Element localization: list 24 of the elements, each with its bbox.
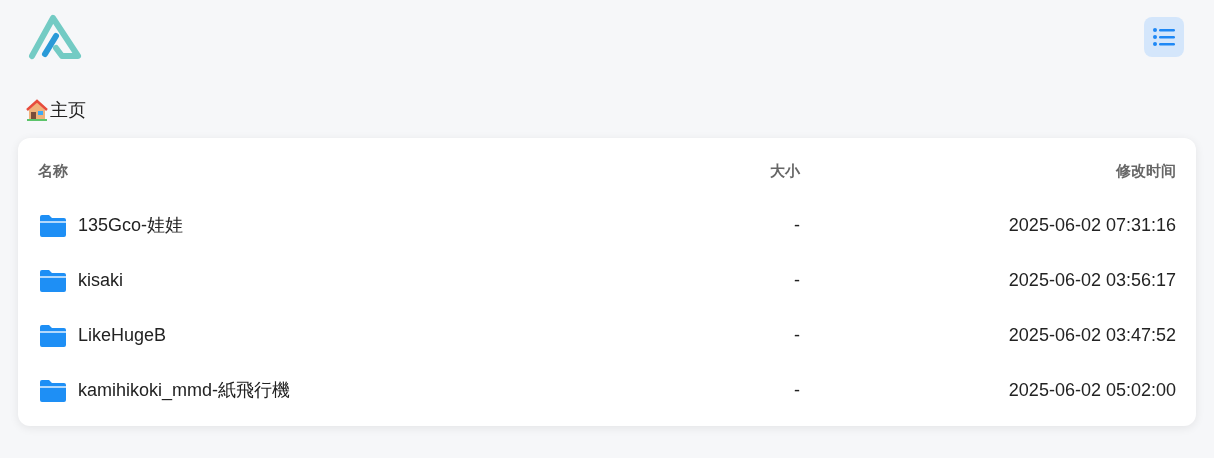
column-header[interactable]: 大小 <box>770 159 800 183</box>
folder-icon <box>38 323 68 348</box>
file-name-link[interactable]: 135Gco-娃娃 <box>78 212 184 239</box>
size-text: - <box>794 214 800 237</box>
column-header[interactable]: 名称 <box>38 159 600 183</box>
breadcrumb-link[interactable]: 主页 <box>50 96 86 124</box>
folder-icon <box>38 378 68 403</box>
list-view-button[interactable] <box>1144 17 1184 57</box>
modified-time-text: 2025-06-02 05:02:00 <box>1008 379 1176 402</box>
modified-time-text: 2025-06-02 03:56:17 <box>1008 269 1176 292</box>
file-name-link[interactable]: kamihikoki_mmd-紙飛行機 <box>78 377 291 404</box>
file-name-link[interactable]: kisaki <box>78 267 123 294</box>
column-header[interactable]: 修改时间 <box>1116 159 1176 183</box>
size-text: - <box>794 269 800 292</box>
modified-time-text: 2025-06-02 07:31:16 <box>1008 214 1176 237</box>
modified-time-text: 2025-06-02 03:47:52 <box>1008 324 1176 347</box>
size-text: - <box>794 324 800 347</box>
house-icon <box>26 99 48 121</box>
logo-icon[interactable] <box>28 14 82 60</box>
folder-icon <box>38 213 68 238</box>
file-name-link[interactable]: LikeHugeB <box>78 322 167 349</box>
folder-icon <box>38 268 68 293</box>
size-text: - <box>794 379 800 402</box>
list-icon <box>1153 28 1175 46</box>
